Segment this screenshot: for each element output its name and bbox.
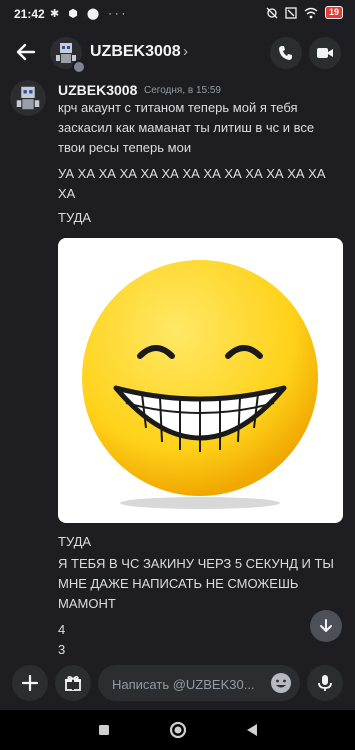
microphone-icon: [318, 675, 332, 691]
message-timestamp: Сегодня, в 15:59: [144, 85, 221, 96]
wifi-icon: [304, 7, 318, 18]
status-right: 19: [266, 6, 343, 19]
message-avatar[interactable]: [10, 80, 46, 116]
message-text: ТУДА: [58, 534, 92, 549]
smiley-emoji-image: [82, 260, 318, 509]
message-text: УА ХА ХА ХА ХА ХА ХА ХА ХА ХА ХА ХА ХА Х…: [58, 166, 326, 201]
back-button[interactable]: [12, 38, 40, 66]
triangle-back-icon: [247, 724, 257, 736]
gift-button[interactable]: [55, 665, 91, 701]
sim-icon: [285, 6, 297, 19]
square-icon: [99, 725, 109, 735]
chat-header: UZBEK3008 ›: [0, 30, 355, 76]
message-input[interactable]: [98, 665, 300, 703]
plus-icon: [21, 674, 39, 692]
message-text: 4: [58, 622, 66, 637]
arrow-down-icon: [320, 619, 332, 632]
message-text: 3: [58, 642, 66, 657]
recents-button[interactable]: [94, 720, 114, 740]
status-time: 21:42: [14, 7, 45, 21]
battery-indicator: 19: [324, 6, 343, 19]
arrow-left-icon: [16, 43, 36, 61]
gift-icon: [65, 675, 81, 691]
voice-call-button[interactable]: [270, 37, 302, 69]
voice-message-button[interactable]: [307, 665, 343, 701]
status-bar: 21:42 ✱ ⬢ ⬤ ··· 19: [0, 0, 355, 30]
offline-status-dot: [72, 60, 86, 74]
home-button[interactable]: [168, 720, 188, 740]
video-camera-icon: [317, 48, 333, 58]
message-text: ТУДА: [58, 210, 92, 225]
back-nav-button[interactable]: [242, 720, 262, 740]
attach-button[interactable]: [12, 665, 48, 701]
system-navigation-bar: [0, 710, 355, 750]
scroll-to-bottom-button[interactable]: [310, 610, 342, 642]
emoji-icon[interactable]: [270, 672, 292, 694]
video-call-button[interactable]: [309, 37, 341, 69]
circle-icon: [169, 721, 187, 739]
alarm-off-icon: [266, 7, 278, 18]
notification-icons: ✱ ⬢ ⬤ ···: [50, 8, 129, 20]
message-text: Я ТЕБЯ В ЧС ЗАКИНУ ЧЕРЗ 5 СЕКУНД И ТЫ МН…: [58, 556, 334, 611]
message-image[interactable]: [58, 238, 343, 523]
chevron-right-icon[interactable]: ›: [183, 43, 188, 60]
phone-icon: [279, 46, 292, 60]
message-text: крч акаунт с титаном теперь мой я тебя з…: [58, 100, 315, 155]
message-input-field[interactable]: [110, 665, 264, 703]
robot-avatar-icon: [16, 86, 40, 110]
message-author[interactable]: UZBEK3008: [58, 82, 137, 98]
message-input-bar: [0, 658, 355, 710]
chat-title[interactable]: UZBEK3008: [90, 43, 181, 61]
